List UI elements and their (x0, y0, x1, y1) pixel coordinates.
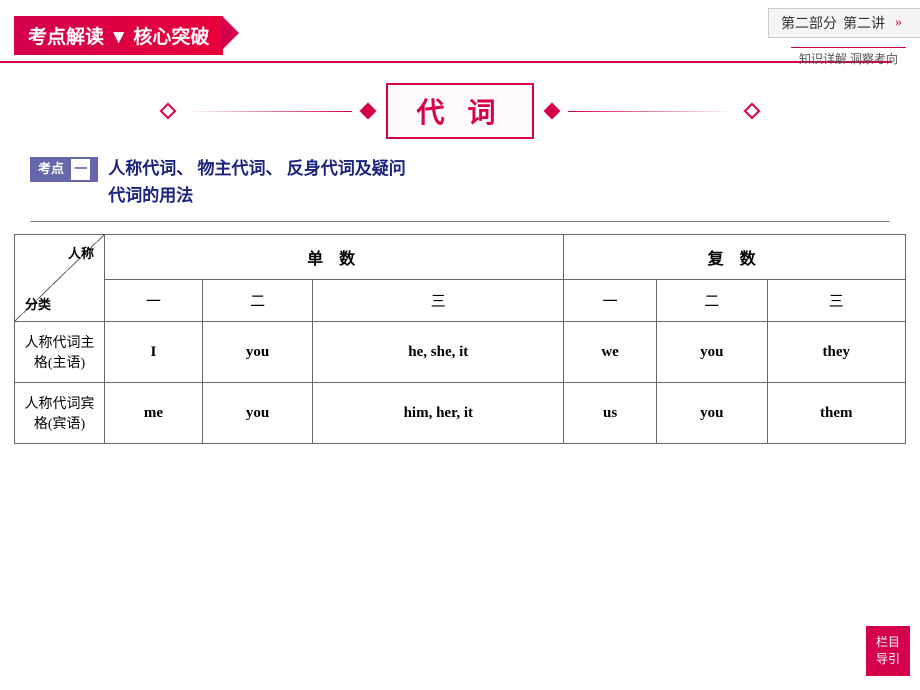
header-section: 考点解读 ▼ 核心突破 知识详解 洞察考向 (0, 0, 920, 63)
deco-diamond-outline-right (743, 103, 760, 120)
diagonal-bottom-label: 分类 (25, 294, 51, 313)
deco-diamond-right (543, 103, 560, 120)
main-title-box: 代 词 (386, 83, 533, 139)
row-label-subject: 人称代词主 格(主语) (15, 322, 105, 383)
red-divider (0, 61, 892, 63)
deco-diamond-outline-left (160, 103, 177, 120)
right-sub-label: 知识详解 洞察考向 (791, 47, 906, 69)
main-container: 第二部分 第二讲 » 考点解读 ▼ 核心突破 知识详解 洞察考向 代 词 (0, 0, 920, 690)
row-label-obj-line1: 人称代词宾 (21, 393, 98, 413)
pronoun-table-container: 人称 分类 单 数 复 数 一 二 三 一 二 三 (14, 234, 906, 444)
sub-header-one2: 一 (564, 280, 657, 322)
diagonal-top-label: 人称 (68, 243, 94, 262)
sub-header-three2: 三 (767, 280, 905, 322)
table-header-row: 人称 分类 单 数 复 数 (15, 235, 906, 280)
cell-we: we (564, 322, 657, 383)
kaodian-divider (30, 221, 890, 222)
cell-I: I (105, 322, 203, 383)
nav-line1: 栏目 (876, 634, 900, 651)
cell-him-her-it: him, her, it (313, 383, 564, 444)
row-label-object: 人称代词宾 格(宾语) (15, 383, 105, 444)
main-title: 代 词 (416, 98, 503, 129)
nav-button[interactable]: 栏目 导引 (866, 626, 910, 676)
plural-header: 复 数 (564, 235, 906, 280)
header-bar: 考点解读 ▼ 核心突破 (14, 16, 223, 55)
kaodian-line1: 人称代词、 物主代词、 反身代词及疑问 (108, 155, 406, 182)
pronoun-table: 人称 分类 单 数 复 数 一 二 三 一 二 三 (14, 234, 906, 444)
singular-header: 单 数 (105, 235, 564, 280)
row-label-line2: 格(主语) (21, 352, 98, 372)
cell-us: us (564, 383, 657, 444)
cell-me: me (105, 383, 203, 444)
badge-number: 一 (71, 159, 90, 180)
cell-you-obj-s: you (202, 383, 313, 444)
kaodian-section: 考点 一 人称代词、 物主代词、 反身代词及疑问 代词的用法 (0, 155, 920, 209)
sub-header-one: 一 (105, 280, 203, 322)
title-area: 代 词 (30, 83, 890, 139)
row-label-obj-line2: 格(宾语) (21, 413, 98, 433)
table-row: 人称代词主 格(主语) I you he, she, it we you the… (15, 322, 906, 383)
kaodian-description: 人称代词、 物主代词、 反身代词及疑问 代词的用法 (108, 155, 406, 209)
kaodian-line2: 代词的用法 (108, 182, 406, 209)
deco-diamond-left (360, 103, 377, 120)
cell-you-obj-p: you (656, 383, 767, 444)
table-sub-header-row: 一 二 三 一 二 三 (15, 280, 906, 322)
sub-header-two2: 二 (656, 280, 767, 322)
kaodian-badge: 考点 一 (30, 157, 98, 182)
table-row: 人称代词宾 格(宾语) me you him, her, it us you t… (15, 383, 906, 444)
cell-you-p: you (656, 322, 767, 383)
header-title: 考点解读 ▼ 核心突破 (28, 27, 209, 48)
diagonal-header-cell: 人称 分类 (15, 235, 105, 322)
kaodian-line: 考点 一 人称代词、 物主代词、 反身代词及疑问 代词的用法 (30, 155, 890, 209)
sub-header-two: 二 (202, 280, 313, 322)
sub-header-three: 三 (313, 280, 564, 322)
cell-them: them (767, 383, 905, 444)
row-label-line1: 人称代词主 (21, 332, 98, 352)
cell-they: they (767, 322, 905, 383)
nav-line2: 导引 (876, 651, 900, 668)
cell-you-s: you (202, 322, 313, 383)
cell-he-she-it: he, she, it (313, 322, 564, 383)
